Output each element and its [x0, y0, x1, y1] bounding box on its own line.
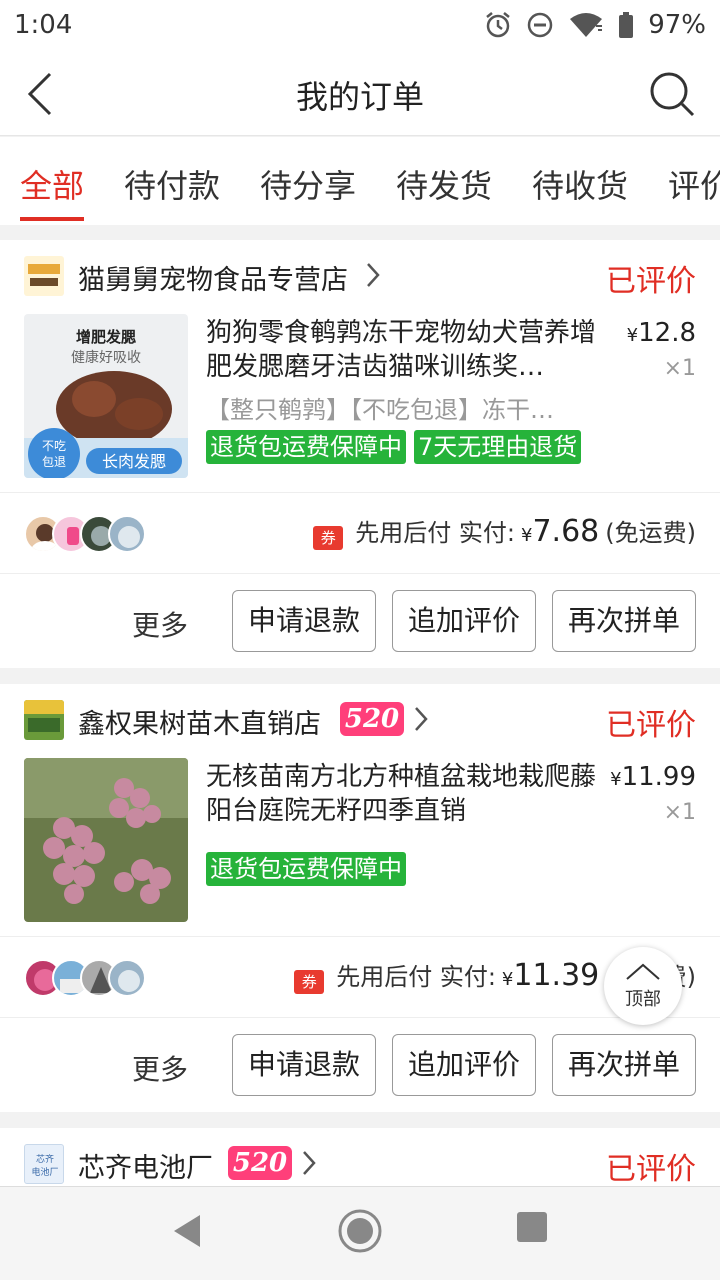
svg-text:长肉发腮: 长肉发腮	[102, 452, 166, 471]
search-icon[interactable]	[648, 70, 696, 118]
battery-icon	[619, 12, 634, 38]
do-not-disturb-icon	[527, 12, 553, 38]
svg-text:健康好吸收: 健康好吸收	[71, 349, 141, 366]
store-name: 鑫权果树苗木直销店	[78, 709, 321, 740]
store-logo	[24, 256, 64, 296]
order-list: 猫舅舅宠物食品专营店 已评价 增肥发腮 健康好吸收 长肉发腮 不吃 包退 狗狗零…	[0, 240, 720, 1204]
store-name: 猫舅舅宠物食品专营店	[78, 265, 348, 296]
product-title: 狗狗零食鹌鹑冻干宠物幼犬营养增肥发腮磨牙洁齿猫咪训练奖…	[206, 318, 596, 382]
product-price: ¥12.8	[626, 318, 696, 348]
status-time: 1:04	[14, 10, 73, 40]
pay-amount: ¥7.68	[521, 514, 600, 549]
group-avatars	[24, 959, 146, 997]
nav-recents-icon[interactable]	[516, 1211, 548, 1243]
tab-all[interactable]: 全部	[20, 161, 84, 207]
active-tab-indicator	[20, 217, 84, 221]
svg-text:芯齐: 芯齐	[36, 1153, 54, 1165]
service-tags: 退货包运费保障中	[206, 852, 406, 886]
back-to-top-button[interactable]: 顶部	[604, 947, 682, 1025]
order-status: 已评价	[606, 708, 696, 743]
refund-button[interactable]: 申请退款	[232, 1034, 376, 1096]
nav-home-icon[interactable]	[336, 1207, 384, 1255]
order-status: 已评价	[606, 1152, 696, 1187]
tab-pending-shipment[interactable]: 待发货	[396, 161, 492, 207]
promo-520-badge: 520	[228, 1146, 292, 1180]
service-tag: 退货包运费保障中	[206, 852, 406, 886]
back-to-top-label: 顶部	[625, 989, 661, 1010]
action-row: 更多 申请退款 追加评价 再次拼单	[0, 574, 720, 668]
product-spec: 【整只鹌鹑】【不吃包退】冻干…	[206, 396, 554, 424]
tab-review[interactable]: 评价	[668, 161, 720, 207]
product-quantity: ×1	[663, 800, 696, 825]
store-row[interactable]: 鑫权果树苗木直销店 520 已评价	[0, 684, 720, 756]
order-card: 猫舅舅宠物食品专营店 已评价 增肥发腮 健康好吸收 长肉发腮 不吃 包退 狗狗零…	[0, 240, 720, 668]
svg-text:电池厂: 电池厂	[31, 1166, 58, 1178]
alarm-icon	[486, 12, 510, 38]
coupon-icon: 券	[294, 970, 325, 994]
add-review-button[interactable]: 追加评价	[392, 590, 536, 652]
service-tags: 退货包运费保障中 7天无理由退货	[206, 430, 582, 464]
nav-back-icon[interactable]	[170, 1211, 204, 1251]
avatar	[108, 515, 146, 553]
product-row[interactable]: 增肥发腮 健康好吸收 长肉发腮 不吃 包退 狗狗零食鹌鹑冻干宠物幼犬营养增肥发腮…	[0, 312, 720, 492]
chevron-right-icon	[367, 263, 380, 287]
product-quantity: ×1	[663, 356, 696, 381]
payment-info: 券 先用后付 实付: ¥7.68 (免运费)	[313, 513, 696, 550]
product-image: 增肥发腮 健康好吸收 长肉发腮 不吃 包退	[24, 314, 188, 478]
pay-label: 先用后付 实付:	[336, 963, 496, 991]
battery-percent: 97%	[648, 10, 706, 40]
reorder-button[interactable]: 再次拼单	[552, 1034, 696, 1096]
product-title: 无核苗南方北方种植盆栽地栽爬藤阳台庭院无籽四季直销	[206, 762, 596, 826]
payment-row: 券 先用后付 实付: ¥7.68 (免运费)	[0, 492, 720, 574]
tab-pending-share[interactable]: 待分享	[260, 161, 356, 207]
tab-pending-payment[interactable]: 待付款	[124, 161, 220, 207]
system-nav-bar	[0, 1186, 720, 1280]
product-price: ¥11.99	[610, 762, 696, 792]
status-icons: 97%	[484, 10, 706, 40]
add-review-button[interactable]: 追加评价	[392, 1034, 536, 1096]
group-avatars	[24, 515, 146, 553]
header: 我的订单	[0, 50, 720, 136]
order-tabs: 全部 待付款 待分享 待发货 待收货 评价	[0, 137, 720, 225]
store-logo	[24, 700, 64, 740]
store-name: 芯齐电池厂	[78, 1153, 213, 1184]
chevron-right-icon	[415, 707, 428, 731]
order-card: 芯齐 电池厂 芯齐电池厂 520 已评价	[0, 1128, 720, 1188]
shipping-note: (免运费)	[605, 519, 696, 547]
pay-amount: ¥11.39	[501, 958, 600, 993]
service-tag: 7天无理由退货	[414, 430, 582, 464]
pay-label: 先用后付 实付:	[355, 519, 516, 547]
store-row[interactable]: 猫舅舅宠物食品专营店 已评价	[0, 240, 720, 312]
chevron-right-icon	[303, 1151, 316, 1175]
page-title: 我的订单	[295, 78, 424, 116]
refund-button[interactable]: 申请退款	[232, 590, 376, 652]
more-button[interactable]: 更多	[132, 604, 188, 644]
product-image	[24, 758, 188, 922]
product-row[interactable]: 无核苗南方北方种植盆栽地栽爬藤阳台庭院无籽四季直销 ¥11.99 ×1 退货包运…	[0, 756, 720, 936]
promo-520-badge: 520	[340, 702, 404, 736]
reorder-button[interactable]: 再次拼单	[552, 590, 696, 652]
more-button[interactable]: 更多	[132, 1048, 188, 1088]
service-tag: 退货包运费保障中	[206, 430, 406, 464]
wifi-icon	[570, 13, 603, 37]
chevron-up-icon	[626, 963, 660, 980]
action-row: 更多 申请退款 追加评价 再次拼单	[0, 1018, 720, 1112]
avatar	[108, 959, 146, 997]
store-logo: 芯齐 电池厂	[24, 1144, 64, 1184]
order-card: 鑫权果树苗木直销店 520 已评价 无核苗南方北方种植盆栽地栽爬藤阳台庭院无籽四…	[0, 684, 720, 1112]
svg-text:包退: 包退	[42, 455, 66, 469]
order-status: 已评价	[606, 264, 696, 299]
svg-text:增肥发腮: 增肥发腮	[76, 328, 136, 346]
tab-pending-receipt[interactable]: 待收货	[532, 161, 628, 207]
coupon-icon: 券	[313, 526, 344, 550]
status-bar: 1:04 97%	[0, 0, 720, 50]
svg-text:不吃: 不吃	[42, 439, 66, 453]
